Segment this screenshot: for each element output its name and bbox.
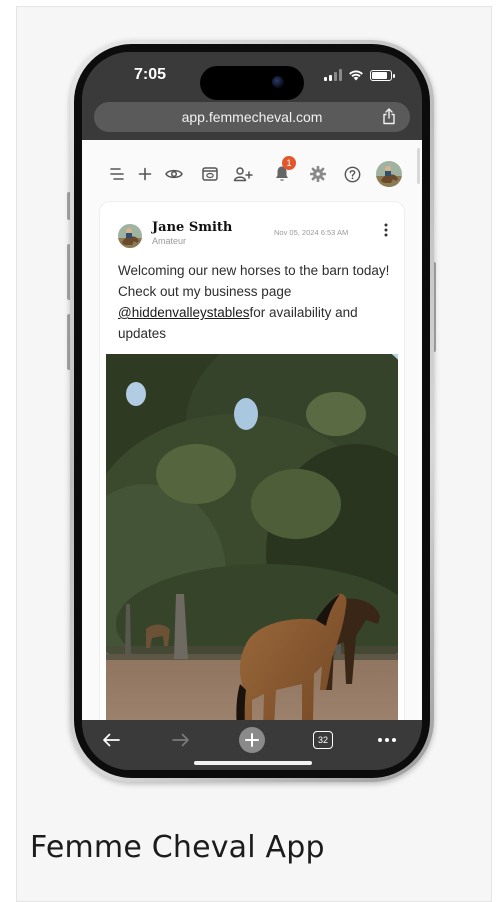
- menu-icon: [110, 168, 124, 180]
- more-horizontal-icon: [378, 738, 396, 742]
- new-tab-button[interactable]: [238, 726, 266, 754]
- address-bar[interactable]: app.femmecheval.com: [94, 102, 410, 132]
- horses-under-trees-photo: [106, 354, 398, 720]
- profile-button[interactable]: [374, 158, 404, 190]
- add-post-button[interactable]: [136, 158, 154, 190]
- add-friend-button[interactable]: [232, 158, 254, 190]
- author-avatar[interactable]: [118, 224, 142, 248]
- more-options-button[interactable]: [376, 728, 398, 752]
- avatar-photo-icon: [376, 161, 402, 187]
- status-time: 7:05: [134, 66, 167, 83]
- author-role: Amateur: [152, 236, 187, 246]
- web-page: 1 Jane Smith Amateur Nov 05, 2024 6:53 A…: [82, 140, 422, 720]
- arrow-left-icon: [103, 733, 120, 747]
- post-image[interactable]: [106, 354, 398, 720]
- mention-link[interactable]: @hiddenvalleystables: [118, 305, 250, 320]
- post-text: Welcoming our new horses to the barn tod…: [118, 260, 390, 344]
- phone-screen: 7:05 app.femmecheval.com 1 Jane Smith Am…: [82, 52, 422, 770]
- app-toolbar: 1: [82, 156, 422, 190]
- share-icon[interactable]: [382, 108, 396, 125]
- caption-title: Femme Cheval App: [30, 830, 325, 865]
- notification-badge: 1: [282, 156, 296, 170]
- menu-button[interactable]: [108, 158, 126, 190]
- plus-icon: [138, 167, 152, 181]
- back-button[interactable]: [100, 728, 122, 752]
- arrow-right-icon: [172, 733, 189, 747]
- eye-icon: [165, 169, 183, 179]
- post-date: Nov 05, 2024 6:53 AM: [274, 228, 349, 237]
- gear-icon: [310, 166, 326, 182]
- forward-button[interactable]: [170, 728, 192, 752]
- preview-button[interactable]: [200, 158, 220, 190]
- status-icons: [324, 67, 395, 83]
- settings-button[interactable]: [308, 158, 328, 190]
- more-vertical-icon: [384, 223, 388, 237]
- post-card: Jane Smith Amateur Nov 05, 2024 6:53 AM …: [100, 202, 404, 720]
- camera-icon: [272, 76, 284, 88]
- dynamic-island: [200, 66, 304, 100]
- battery-icon: [370, 69, 395, 81]
- tab-count: 32: [313, 731, 333, 749]
- home-indicator[interactable]: [194, 761, 312, 765]
- author-avatar-photo-icon: [118, 224, 142, 248]
- post-options-button[interactable]: [382, 222, 390, 238]
- view-button[interactable]: [164, 158, 184, 190]
- help-button[interactable]: [342, 158, 362, 190]
- post-text-before: Welcoming our new horses to the barn tod…: [118, 263, 390, 299]
- user-avatar: [376, 161, 402, 187]
- tabs-button[interactable]: 32: [312, 728, 334, 752]
- status-bar: 7:05: [82, 52, 422, 100]
- cellular-signal-icon: [324, 69, 342, 81]
- add-user-icon: [233, 167, 253, 182]
- help-icon: [344, 166, 360, 182]
- wifi-icon: [349, 70, 363, 81]
- preview-window-icon: [202, 167, 218, 181]
- url-text: app.femmecheval.com: [181, 109, 323, 125]
- notifications-button[interactable]: 1: [272, 156, 296, 190]
- plus-circle-icon: [239, 727, 265, 753]
- browser-address-area: app.femmecheval.com: [82, 100, 422, 140]
- author-name[interactable]: Jane Smith: [152, 220, 232, 235]
